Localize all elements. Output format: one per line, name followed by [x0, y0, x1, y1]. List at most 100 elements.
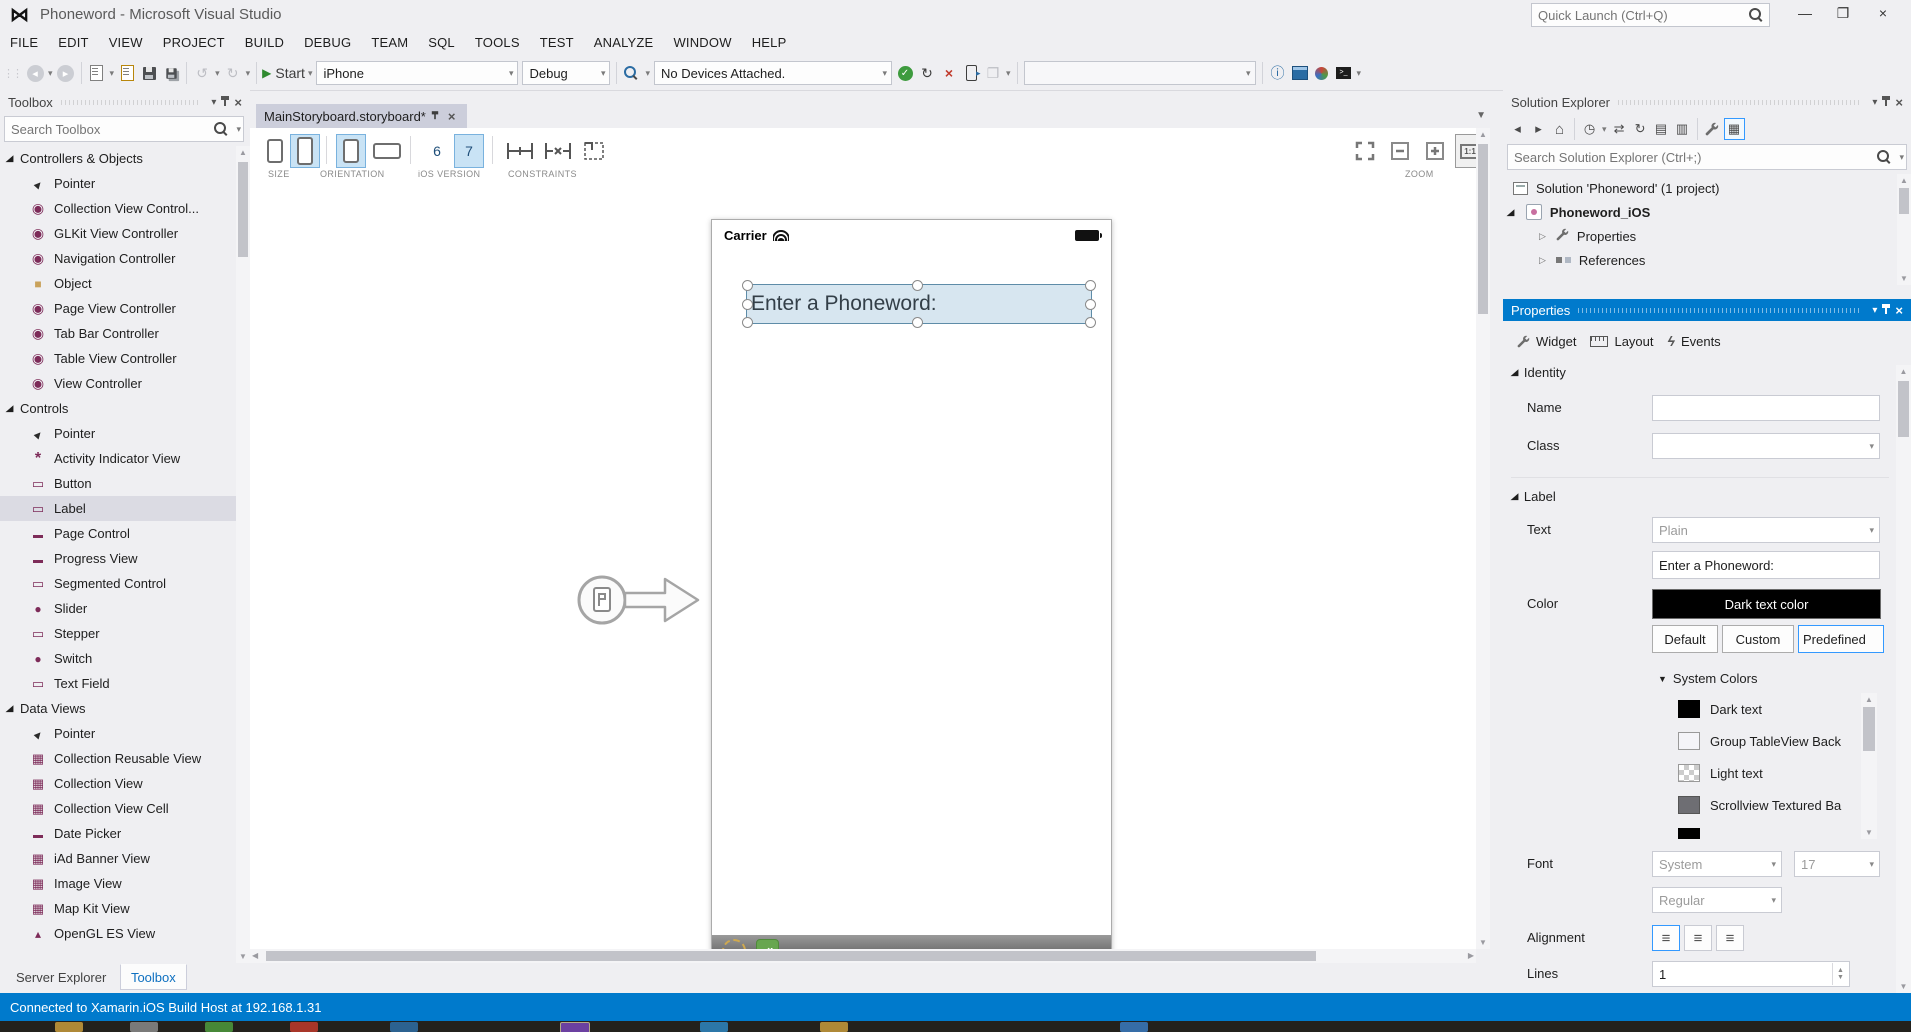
home-icon[interactable]: ⌂: [1550, 119, 1569, 139]
constraint-width-icon[interactable]: [502, 134, 538, 168]
scroll-right-icon[interactable]: ▶: [1468, 951, 1474, 960]
tab-widget[interactable]: Widget: [1517, 334, 1576, 349]
clear-list-icon[interactable]: ×: [939, 62, 959, 84]
taskbar-icon[interactable]: [700, 1022, 728, 1032]
menu-item[interactable]: TEST: [530, 30, 584, 55]
solution-explorer-header[interactable]: Solution Explorer ▾ ×: [1503, 90, 1911, 114]
chevron-down-icon[interactable]: ▾: [1899, 152, 1904, 163]
toolbox-item[interactable]: Segmented Control: [0, 571, 236, 596]
toolbox-item[interactable]: Collection View: [0, 771, 236, 796]
lines-field[interactable]: ▲▼: [1652, 961, 1850, 987]
align-right-button[interactable]: ≡: [1716, 925, 1744, 951]
new-file-icon[interactable]: [87, 62, 107, 84]
search-icon[interactable]: [214, 122, 226, 134]
expander-icon[interactable]: [6, 403, 20, 414]
refresh-icon[interactable]: ↻: [1631, 119, 1650, 139]
toolbar-grip[interactable]: ⋮⋮: [3, 67, 21, 80]
resize-handle[interactable]: [742, 280, 753, 291]
taskbar-icon[interactable]: [290, 1022, 318, 1032]
toolbox-item[interactable]: Page Control: [0, 521, 236, 546]
ios6-button[interactable]: 6: [422, 134, 452, 168]
pending-changes-icon[interactable]: ◷: [1580, 119, 1599, 139]
toolbox-item[interactable]: Pointer: [0, 421, 236, 446]
build-host-connected-icon[interactable]: ✓: [895, 62, 915, 84]
resize-handle[interactable]: [1085, 299, 1096, 310]
taskbar-icon[interactable]: [130, 1022, 158, 1032]
device-log-icon[interactable]: [961, 62, 981, 84]
window-position-icon[interactable]: ▾: [1868, 97, 1881, 108]
toolbox-item[interactable]: Progress View: [0, 546, 236, 571]
taskbar-icon[interactable]: [1120, 1022, 1148, 1032]
undo-icon[interactable]: ↺: [192, 62, 212, 84]
close-icon[interactable]: ×: [230, 95, 246, 110]
scrollbar-thumb[interactable]: [1899, 188, 1909, 214]
menu-item[interactable]: EDIT: [48, 30, 98, 55]
tree-item-references[interactable]: References: [1503, 248, 1895, 272]
start-debug-button[interactable]: ▶ Start: [262, 62, 305, 84]
restore-button[interactable]: ❐: [1826, 0, 1860, 26]
tree-item-solution[interactable]: Solution 'Phoneword' (1 project): [1503, 176, 1895, 200]
scroll-left-icon[interactable]: ◀: [252, 951, 258, 960]
properties-wrench-icon[interactable]: [1703, 119, 1722, 139]
switch-views-icon[interactable]: ⇄: [1610, 119, 1629, 139]
storyboard-entry-point-icon[interactable]: [568, 563, 703, 637]
resize-handle[interactable]: [1085, 280, 1096, 291]
text-value-input[interactable]: [1653, 552, 1879, 578]
ios7-button[interactable]: 7: [454, 134, 484, 168]
toolbox-item[interactable]: Table View Controller: [0, 346, 236, 371]
align-center-button[interactable]: ≡: [1684, 925, 1712, 951]
toolbox-search-input[interactable]: [5, 122, 212, 137]
close-tab-icon[interactable]: ×: [444, 109, 460, 124]
back-icon[interactable]: ◂: [1508, 119, 1527, 139]
text-mode-dropdown[interactable]: Plain ▾: [1652, 517, 1880, 543]
window-position-icon[interactable]: ▾: [1868, 305, 1881, 316]
chevron-down-icon[interactable]: ▾: [1602, 124, 1607, 135]
properties-header[interactable]: Properties ▾ ×: [1503, 299, 1911, 321]
pin-icon[interactable]: [220, 96, 230, 108]
selected-label-control[interactable]: Enter a Phoneword:: [746, 284, 1092, 324]
font-size-dropdown[interactable]: 17 ▾: [1794, 851, 1880, 877]
taskbar-icon[interactable]: [390, 1022, 418, 1032]
toolbox-item[interactable]: Pointer: [0, 171, 236, 196]
designer-horizontal-scrollbar[interactable]: ◀ ▶: [250, 949, 1476, 963]
color-default-button[interactable]: Default: [1652, 625, 1718, 653]
scrollbar-thumb[interactable]: [1863, 707, 1875, 751]
preview-selected-icon[interactable]: ▥: [1673, 119, 1692, 139]
new-file-dropdown-icon[interactable]: ▾: [110, 68, 115, 79]
system-color-item[interactable]: Group TableView Back: [1652, 725, 1859, 757]
tab-server-explorer[interactable]: Server Explorer: [6, 965, 116, 989]
scroll-down-icon[interactable]: ▼: [1896, 982, 1911, 991]
expander-icon[interactable]: [6, 703, 20, 714]
view-controller-icon[interactable]: [722, 939, 746, 949]
refresh-devices-icon[interactable]: ↻: [917, 62, 937, 84]
toolbox-item[interactable]: Date Picker: [0, 821, 236, 846]
system-color-item[interactable]: [1652, 821, 1859, 839]
menu-item[interactable]: PROJECT: [153, 30, 235, 55]
chevron-down-icon[interactable]: ▾: [236, 124, 241, 135]
text-value-field[interactable]: [1652, 551, 1880, 579]
expander-icon[interactable]: [1507, 207, 1514, 218]
color-swatch-button[interactable]: Dark text color: [1652, 589, 1881, 619]
open-file-icon[interactable]: [117, 62, 137, 84]
toolbox-item[interactable]: Slider: [0, 596, 236, 621]
expander-icon[interactable]: [1539, 255, 1546, 266]
toolbox-item[interactable]: Button: [0, 471, 236, 496]
scroll-up-icon[interactable]: ▲: [1861, 695, 1877, 704]
scrollbar-thumb[interactable]: [1478, 144, 1488, 314]
tree-item-properties[interactable]: Properties: [1503, 224, 1895, 248]
scroll-down-icon[interactable]: ▼: [1476, 938, 1490, 947]
scrollbar-thumb[interactable]: [266, 951, 1316, 961]
scroll-up-icon[interactable]: ▲: [1476, 130, 1490, 139]
identity-section-header[interactable]: Identity: [1511, 365, 1566, 380]
font-style-dropdown[interactable]: Regular ▾: [1652, 887, 1782, 913]
solution-search-input[interactable]: [1508, 150, 1875, 165]
tab-layout[interactable]: Layout: [1590, 334, 1653, 349]
scroll-up-icon[interactable]: ▲: [1897, 176, 1911, 185]
close-icon[interactable]: ×: [1891, 95, 1907, 110]
pin-icon[interactable]: [431, 111, 439, 121]
menu-item[interactable]: TEAM: [361, 30, 418, 55]
scroll-down-icon[interactable]: ▼: [1897, 274, 1911, 283]
menu-item[interactable]: BUILD: [235, 30, 294, 55]
expander-icon[interactable]: [6, 153, 20, 164]
toolbox-group-controls[interactable]: Controls: [0, 396, 236, 421]
